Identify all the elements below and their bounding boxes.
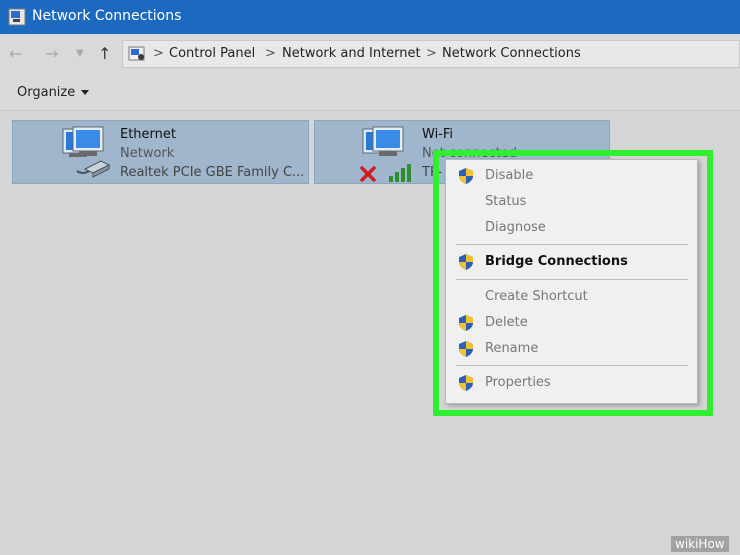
menu-item-label: Create Shortcut <box>485 289 588 304</box>
breadcrumb-control-panel[interactable]: Control Panel <box>169 46 255 61</box>
organize-label: Organize <box>17 85 76 100</box>
context-menu: Disable Status Diagnose Bridge Connectio… <box>445 159 698 404</box>
menu-divider <box>456 279 688 280</box>
menu-item-label: Properties <box>485 375 551 390</box>
forward-arrow-icon[interactable]: → <box>45 44 58 63</box>
up-arrow-icon[interactable]: ↑ <box>98 44 111 63</box>
uac-shield-icon <box>459 315 473 331</box>
command-bar: Organize <box>0 74 740 111</box>
connection-tile-ethernet[interactable]: Ethernet Network Realtek PCIe GBE Family… <box>12 120 309 184</box>
menu-item-diagnose[interactable]: Diagnose <box>446 217 697 239</box>
menu-item-label: Status <box>485 194 527 209</box>
signal-strength-icon <box>389 164 411 182</box>
uac-shield-icon <box>459 254 473 270</box>
address-bar: ← → ▼ ↑ > Control Panel > Network and In… <box>0 34 740 74</box>
watermark: wikiHow <box>671 536 729 552</box>
menu-item-status[interactable]: Status <box>446 191 697 213</box>
uac-shield-icon <box>459 168 473 184</box>
breadcrumb-network-and-internet[interactable]: Network and Internet <box>282 46 421 61</box>
menu-item-label: Disable <box>485 168 534 183</box>
menu-item-delete[interactable]: Delete <box>446 312 697 334</box>
ethernet-computer-icon <box>62 126 111 178</box>
recent-dropdown-chevron-icon[interactable]: ▼ <box>76 48 84 59</box>
control-panel-icon <box>128 46 145 61</box>
chevron-down-icon <box>81 90 90 95</box>
disconnected-x-icon <box>360 166 376 182</box>
connection-status: Network <box>120 146 175 161</box>
uac-shield-icon <box>459 375 473 391</box>
connection-name: Ethernet <box>120 127 176 142</box>
menu-divider <box>456 244 688 245</box>
uac-shield-icon <box>459 341 473 357</box>
menu-item-label: Rename <box>485 341 539 356</box>
breadcrumb[interactable]: > Control Panel > Network and Internet >… <box>122 40 740 68</box>
menu-item-disable[interactable]: Disable <box>446 165 697 187</box>
breadcrumb-separator: > <box>426 46 437 61</box>
connection-adapter: Realtek PCIe GBE Family C... <box>120 165 305 180</box>
menu-item-rename[interactable]: Rename <box>446 338 697 360</box>
menu-item-properties[interactable]: Properties <box>446 372 697 394</box>
back-arrow-icon[interactable]: ← <box>9 44 22 63</box>
title-bar: Network Connections <box>0 0 740 34</box>
menu-item-label: Delete <box>485 315 528 330</box>
menu-item-bridge-connections[interactable]: Bridge Connections <box>446 251 697 273</box>
menu-item-label: Diagnose <box>485 220 546 235</box>
organize-button[interactable]: Organize <box>17 85 90 100</box>
breadcrumb-separator: > <box>265 46 276 61</box>
breadcrumb-separator: > <box>153 46 164 61</box>
menu-divider <box>456 365 688 366</box>
connection-name: Wi-Fi <box>422 127 454 142</box>
network-connections-app-icon <box>8 8 26 26</box>
window-title: Network Connections <box>32 8 182 24</box>
breadcrumb-network-connections[interactable]: Network Connections <box>442 46 581 61</box>
menu-item-create-shortcut[interactable]: Create Shortcut <box>446 286 697 308</box>
menu-item-label: Bridge Connections <box>485 254 628 269</box>
